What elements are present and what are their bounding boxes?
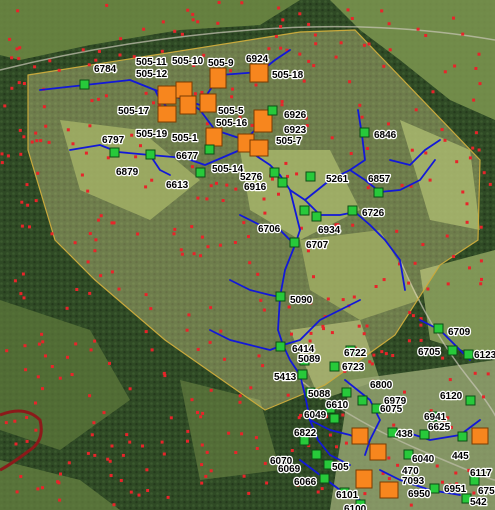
map-labels: 6784 505-11 505-10 505-9 6924 505-12 505… [93,53,495,510]
map-label: 5090 [290,295,313,306]
map-label: 505-1 [172,133,198,144]
map-label: 505-18 [272,70,304,81]
map-label: 6926 [284,110,307,121]
map-label: 505-10 [172,56,204,67]
map-label: 6800 [370,380,393,391]
map-view[interactable]: 6784 505-11 505-10 505-9 6924 505-12 505… [0,0,495,510]
map-label: 445 [452,451,469,462]
map-label: 6822 [294,428,317,439]
map-label: 5261 [326,174,349,185]
map-label: 505 [332,462,349,473]
map-label: 6625 [428,422,451,433]
map-label: 505-17 [118,106,150,117]
map-label: 505-12 [136,69,168,80]
map-label: 6846 [374,130,397,141]
map-label: 6117 [470,468,492,479]
map-label: 6723 [342,362,365,373]
map-label: 6123 [474,350,495,361]
map-label: 6924 [246,54,269,65]
map-label: 505-14 [212,164,244,175]
map-label: 505-7 [276,136,302,147]
map-label: 6857 [368,174,391,185]
map-label: 6950 [408,489,431,500]
map-label: 7093 [402,476,425,487]
map-label: 6709 [448,327,471,338]
map-label: 6040 [412,454,435,465]
map-label: 6726 [362,208,385,219]
map-label: 6069 [278,464,301,475]
map-label: 6049 [304,410,327,421]
map-label: 505-19 [136,129,168,140]
map-label: 6677 [176,151,199,162]
map-label: 505-5 [218,106,244,117]
map-label: 6797 [102,135,125,146]
map-label: 5413 [274,372,297,383]
map-label: 6923 [284,125,307,136]
map-label: 6120 [440,391,463,402]
map-label: 6951 [444,484,467,495]
map-label: 5088 [308,389,331,400]
map-label: 6705 [418,347,441,358]
map-label: 438 [396,429,413,440]
map-label: 6066 [294,477,317,488]
map-label: 505-9 [208,58,234,69]
map-label: 6100 [344,504,367,510]
map-label: 6916 [244,182,267,193]
map-label: 6613 [166,180,189,191]
map-label: 505-16 [216,118,248,129]
map-label: 505-11 [136,57,167,68]
map-label: 6706 [258,224,281,235]
map-label: 6722 [344,348,367,359]
map-label: 675 [478,486,495,497]
map-label: 5089 [298,354,321,365]
map-label: 6934 [318,225,341,236]
map-label: 6075 [380,404,403,415]
map-label: 6101 [336,490,359,501]
map-label: 6879 [116,167,139,178]
map-label: 6707 [306,240,329,251]
map-label: 6610 [326,400,349,411]
map-label: 542 [470,497,487,508]
map-label: 6784 [94,64,117,75]
